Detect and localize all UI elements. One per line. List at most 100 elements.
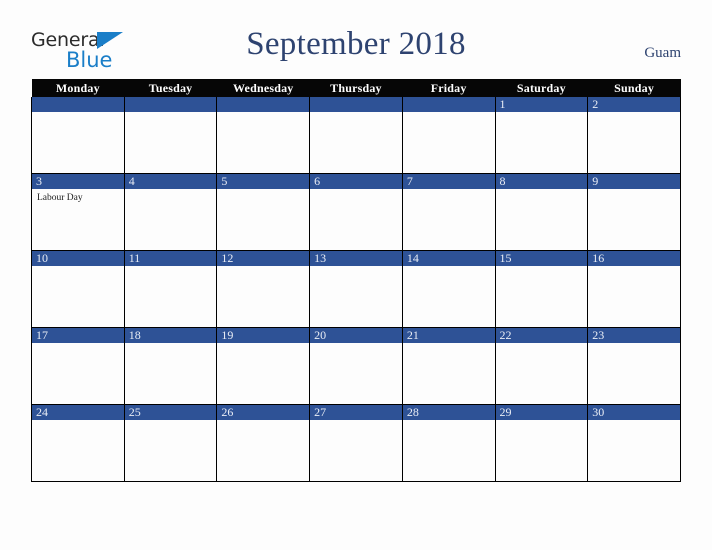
calendar-day-cell[interactable]: 2 bbox=[587, 97, 681, 174]
day-cell-content: 13 bbox=[310, 251, 402, 327]
day-events bbox=[496, 189, 588, 192]
calendar-day-cell[interactable] bbox=[401, 97, 496, 174]
day-cell-content: 10 bbox=[32, 251, 124, 327]
calendar-day-cell[interactable]: 16 bbox=[587, 250, 681, 328]
day-cell-content: 22 bbox=[495, 328, 588, 404]
calendar-day-cell[interactable]: 4 bbox=[123, 173, 218, 251]
day-cell-content: 26 bbox=[217, 405, 310, 481]
day-cell-content: 30 bbox=[588, 405, 680, 481]
day-number-band bbox=[402, 97, 495, 112]
day-number: 27 bbox=[314, 405, 327, 419]
calendar-day-cell[interactable]: 28 bbox=[401, 404, 496, 482]
day-cell-content bbox=[124, 97, 217, 173]
calendar-day-cell[interactable]: 18 bbox=[123, 327, 218, 405]
day-number-band: 18 bbox=[124, 328, 217, 343]
calendar-day-cell[interactable]: 25 bbox=[123, 404, 218, 482]
calendar-day-cell[interactable]: 26 bbox=[216, 404, 311, 482]
day-cell-content: 11 bbox=[124, 251, 217, 327]
day-number-band: 3 bbox=[32, 174, 124, 189]
day-cell-content: 4 bbox=[124, 174, 217, 250]
day-cell-content: 16 bbox=[588, 251, 680, 327]
calendar-day-cell[interactable]: 6 bbox=[309, 173, 403, 251]
day-number-band: 15 bbox=[495, 251, 588, 266]
calendar-day-cell[interactable] bbox=[309, 97, 403, 174]
calendar-body: 1 2 3 Labour Day 4 5 6 7 8 9 10 11 12 13 14 15 16 17 18 19 2… bbox=[31, 97, 681, 482]
calendar-day-cell[interactable]: 12 bbox=[216, 250, 311, 328]
day-number-band: 14 bbox=[402, 251, 495, 266]
calendar-day-cell[interactable] bbox=[31, 97, 125, 174]
day-number: 18 bbox=[128, 328, 141, 342]
day-number-band: 5 bbox=[217, 174, 310, 189]
day-events bbox=[125, 266, 217, 269]
day-number-band: 7 bbox=[402, 174, 495, 189]
day-events bbox=[310, 112, 402, 115]
calendar-page: General Blue September 2018 Guam Monday … bbox=[0, 0, 712, 550]
calendar-day-cell[interactable]: 29 bbox=[494, 404, 589, 482]
day-cell-content: 27 bbox=[310, 405, 402, 481]
calendar-week-row: 12 bbox=[31, 97, 681, 174]
weekday-header-sunday: Sunday bbox=[587, 79, 681, 97]
day-number-band: 23 bbox=[588, 328, 680, 343]
day-events bbox=[310, 189, 402, 192]
calendar-day-cell[interactable]: 8 bbox=[494, 173, 589, 251]
day-cell-content: 17 bbox=[32, 328, 124, 404]
calendar-day-cell[interactable]: 22 bbox=[494, 327, 589, 405]
calendar-day-cell[interactable]: 20 bbox=[309, 327, 403, 405]
calendar-day-cell[interactable]: 30 bbox=[587, 404, 681, 482]
day-events bbox=[125, 189, 217, 192]
day-cell-content: 21 bbox=[402, 328, 495, 404]
calendar-day-cell[interactable]: 1 bbox=[494, 97, 589, 174]
month-calendar-table: Monday Tuesday Wednesday Thursday Friday… bbox=[31, 79, 681, 482]
day-events bbox=[403, 343, 495, 346]
weekday-header-saturday: Saturday bbox=[495, 79, 588, 97]
calendar-day-cell[interactable]: 17 bbox=[31, 327, 125, 405]
calendar-day-cell[interactable]: 23 bbox=[587, 327, 681, 405]
day-events bbox=[310, 266, 402, 269]
weekday-header-tuesday: Tuesday bbox=[124, 79, 217, 97]
day-events bbox=[32, 343, 124, 346]
day-cell-content bbox=[217, 97, 310, 173]
calendar-day-cell[interactable]: 15 bbox=[494, 250, 589, 328]
page-title: September 2018 bbox=[246, 26, 466, 62]
day-cell-content: 6 bbox=[310, 174, 402, 250]
day-events bbox=[403, 266, 495, 269]
calendar-day-cell[interactable] bbox=[216, 97, 311, 174]
day-number: 22 bbox=[499, 328, 512, 342]
day-number: 13 bbox=[314, 251, 327, 265]
calendar-day-cell[interactable]: 10 bbox=[31, 250, 125, 328]
day-number: 8 bbox=[499, 174, 506, 188]
day-number-band: 11 bbox=[124, 251, 217, 266]
calendar-day-cell[interactable]: 24 bbox=[31, 404, 125, 482]
day-number: 14 bbox=[406, 251, 419, 265]
day-number-band: 28 bbox=[402, 405, 495, 420]
day-number-band: 25 bbox=[124, 405, 217, 420]
day-number: 5 bbox=[221, 174, 228, 188]
day-number-band: 29 bbox=[495, 405, 588, 420]
day-number-band bbox=[32, 97, 124, 112]
calendar-day-cell[interactable]: 5 bbox=[216, 173, 311, 251]
day-events: Labour Day bbox=[32, 189, 124, 204]
day-cell-content: 7 bbox=[402, 174, 495, 250]
calendar-day-cell[interactable]: 14 bbox=[401, 250, 496, 328]
day-events bbox=[125, 420, 217, 423]
calendar-day-cell[interactable]: 27 bbox=[309, 404, 403, 482]
calendar-day-cell[interactable]: 3 Labour Day bbox=[31, 173, 125, 251]
day-events bbox=[32, 112, 124, 115]
day-cell-content: 14 bbox=[402, 251, 495, 327]
day-cell-content: 2 bbox=[588, 97, 680, 173]
calendar-day-cell[interactable]: 19 bbox=[216, 327, 311, 405]
day-events bbox=[310, 343, 402, 346]
day-number-band: 4 bbox=[124, 174, 217, 189]
day-number: 28 bbox=[406, 405, 419, 419]
page-header: General Blue September 2018 Guam bbox=[0, 0, 712, 78]
day-number-band: 12 bbox=[217, 251, 310, 266]
calendar-day-cell[interactable]: 21 bbox=[401, 327, 496, 405]
calendar-day-cell[interactable]: 7 bbox=[401, 173, 496, 251]
day-cell-content: 20 bbox=[310, 328, 402, 404]
calendar-day-cell[interactable] bbox=[123, 97, 218, 174]
day-number-band: 16 bbox=[588, 251, 680, 266]
calendar-day-cell[interactable]: 9 bbox=[587, 173, 681, 251]
calendar-day-cell[interactable]: 11 bbox=[123, 250, 218, 328]
calendar-day-cell[interactable]: 13 bbox=[309, 250, 403, 328]
day-number: 9 bbox=[592, 174, 599, 188]
